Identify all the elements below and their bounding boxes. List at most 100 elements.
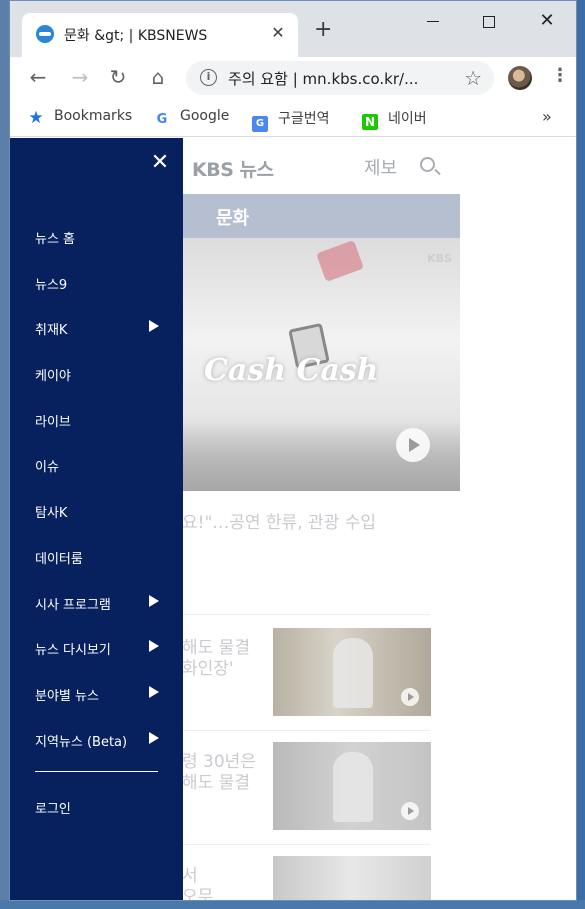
browser-toolbar: ← → ↻ ⌂ i 주의 요함 | mn.kbs.co.kr/... ☆ ⋮ xyxy=(10,57,576,99)
article-title-line[interactable]: 령 30년은 xyxy=(182,752,274,773)
menu-item-label: 케이야 xyxy=(35,369,71,384)
menu-item-label: 뉴스 홈 xyxy=(35,232,76,247)
hero-flag-shape xyxy=(316,240,364,282)
expand-arrow-icon[interactable] xyxy=(149,640,159,652)
article-divider xyxy=(182,614,430,615)
menu-item-dataroom[interactable]: 데이터룸 xyxy=(35,548,159,567)
article-thumbnail[interactable] xyxy=(273,628,431,716)
more-menu-icon[interactable]: ⋮ xyxy=(551,65,569,86)
login-label: 로그인 xyxy=(35,802,71,817)
hero-watermark: KBS xyxy=(427,252,452,265)
close-drawer-icon[interactable]: ✕ xyxy=(150,150,170,175)
bookmark-label: Google xyxy=(180,108,230,124)
close-window-button[interactable]: ✕ xyxy=(524,9,570,35)
bookmark-star-icon[interactable]: ☆ xyxy=(464,66,482,90)
menu-item-label: 취재K xyxy=(35,323,68,338)
kbs-favicon-icon xyxy=(36,25,54,43)
close-tab-icon[interactable]: ✕ xyxy=(268,23,288,42)
bookmarks-overflow-button[interactable]: » xyxy=(542,107,552,126)
section-title: 문화 xyxy=(216,208,250,229)
google-icon: G xyxy=(156,112,168,127)
hero-video-thumbnail[interactable]: Cash Cash KBS xyxy=(182,238,460,491)
menu-item-news-replay[interactable]: 뉴스 다시보기 xyxy=(35,639,159,658)
article-thumbnail[interactable] xyxy=(273,856,431,900)
menu-item-label: 뉴스 다시보기 xyxy=(35,643,111,658)
article-title-line[interactable]: 화인장' xyxy=(182,659,274,680)
menu-item-news9[interactable]: 뉴스9 xyxy=(35,274,159,293)
drawer-divider xyxy=(35,771,158,772)
tab-title: 문화 &gt; | KBSNEWS xyxy=(64,28,208,44)
info-icon[interactable]: i xyxy=(200,69,217,86)
star-icon: ★ xyxy=(28,108,44,128)
bookmark-label: 구글번역 xyxy=(278,111,330,127)
maximize-button[interactable] xyxy=(466,9,512,35)
menu-item-issue[interactable]: 이슈 xyxy=(35,456,159,475)
search-icon[interactable] xyxy=(420,157,435,172)
minimize-button[interactable] xyxy=(410,9,456,35)
play-icon[interactable] xyxy=(396,428,430,462)
hero-overlay-text: Cash Cash xyxy=(204,353,379,388)
article-title-line[interactable]: 서 xyxy=(182,866,274,887)
login-link[interactable]: 로그인 xyxy=(35,798,159,817)
menu-item-regional-news[interactable]: 지역뉴스 (Beta) xyxy=(35,731,159,750)
bookmark-label: 네이버 xyxy=(388,111,427,127)
kbs-news-logo[interactable]: KBS 뉴스 xyxy=(192,155,274,182)
address-bar[interactable]: i 주의 요함 | mn.kbs.co.kr/... ☆ xyxy=(186,61,494,95)
menu-item-label: 탐사K xyxy=(35,506,68,521)
expand-arrow-icon[interactable] xyxy=(149,732,159,744)
forward-arrow-icon[interactable]: → xyxy=(68,65,92,89)
menu-item-tamsa-k[interactable]: 탐사K xyxy=(35,502,159,521)
section-header: 문화 xyxy=(182,194,460,238)
menu-item-keiya[interactable]: 케이야 xyxy=(35,365,159,384)
browser-tab[interactable]: 문화 &gt; | KBSNEWS ✕ xyxy=(22,13,298,57)
thumbnail-figure-shape xyxy=(333,752,373,822)
expand-arrow-icon[interactable] xyxy=(149,320,159,332)
article-title-line[interactable]: 해도 물결 xyxy=(182,638,274,659)
bookmark-bookmarks[interactable]: ★ Bookmarks xyxy=(28,108,133,128)
article-thumbnail[interactable] xyxy=(273,742,431,830)
menu-item-label: 분야별 뉴스 xyxy=(35,689,99,704)
menu-item-label: 데이터룸 xyxy=(35,552,83,567)
new-tab-button[interactable]: + xyxy=(314,19,332,41)
address-text: 주의 요함 | mn.kbs.co.kr/... xyxy=(228,70,419,88)
menu-item-investigative-k[interactable]: 취재K xyxy=(35,319,159,338)
naver-icon: N xyxy=(362,114,378,130)
browser-window: 문화 &gt; | KBSNEWS ✕ + ✕ ← → ↻ ⌂ i 주의 요함 … xyxy=(9,0,577,901)
thumbnail-figure-shape xyxy=(333,638,373,708)
menu-item-label: 이슈 xyxy=(35,460,59,475)
hero-headline[interactable]: 요!"…공연 한류, 관광 수입 xyxy=(182,508,482,533)
back-arrow-icon[interactable]: ← xyxy=(26,65,50,89)
navigation-drawer: ✕ 뉴스 홈 뉴스9 취재K 케이야 라이브 이슈 탐사K 데이터룸 시사 프로… xyxy=(10,138,183,900)
report-link[interactable]: 제보 xyxy=(364,154,397,180)
menu-item-news-by-field[interactable]: 분야별 뉴스 xyxy=(35,685,159,704)
bookmark-label: Bookmarks xyxy=(54,108,133,124)
article-title-line[interactable]: 오무 xyxy=(182,887,274,900)
article-title-line[interactable]: 해도 물결 xyxy=(182,773,274,794)
site-header: KBS 뉴스 제보 xyxy=(182,138,460,194)
article-divider xyxy=(182,844,430,845)
bookmark-naver[interactable]: N 네이버 xyxy=(362,108,427,130)
google-translate-icon: G xyxy=(252,116,268,132)
menu-item-label: 뉴스9 xyxy=(35,278,68,293)
play-icon xyxy=(401,802,419,820)
play-icon xyxy=(401,688,419,706)
web-page: KBS 뉴스 제보 문화 Cash Cash KBS 요!"…공연 한류, 관광… xyxy=(10,138,576,900)
menu-item-live[interactable]: 라이브 xyxy=(35,411,159,430)
bookmarks-bar: ★ Bookmarks G Google G 구글번역 N 네이버 » xyxy=(10,99,576,137)
expand-arrow-icon[interactable] xyxy=(149,595,159,607)
profile-avatar[interactable] xyxy=(508,66,532,90)
menu-item-label: 라이브 xyxy=(35,415,71,430)
menu-item-current-affairs[interactable]: 시사 프로그램 xyxy=(35,594,159,613)
minimize-icon xyxy=(427,20,439,23)
maximize-icon xyxy=(483,15,495,28)
menu-item-label: 시사 프로그램 xyxy=(35,598,111,613)
expand-arrow-icon[interactable] xyxy=(149,686,159,698)
title-bar: 문화 &gt; | KBSNEWS ✕ + ✕ xyxy=(10,1,576,57)
reload-icon[interactable]: ↻ xyxy=(106,65,130,89)
bookmark-google-translate[interactable]: G 구글번역 xyxy=(252,108,330,132)
home-icon[interactable]: ⌂ xyxy=(146,65,170,89)
bookmark-google[interactable]: G Google xyxy=(154,108,230,128)
desktop-taskbar-edge xyxy=(0,900,585,909)
menu-item-news-home[interactable]: 뉴스 홈 xyxy=(35,228,159,247)
menu-item-label: 지역뉴스 (Beta) xyxy=(35,735,128,750)
